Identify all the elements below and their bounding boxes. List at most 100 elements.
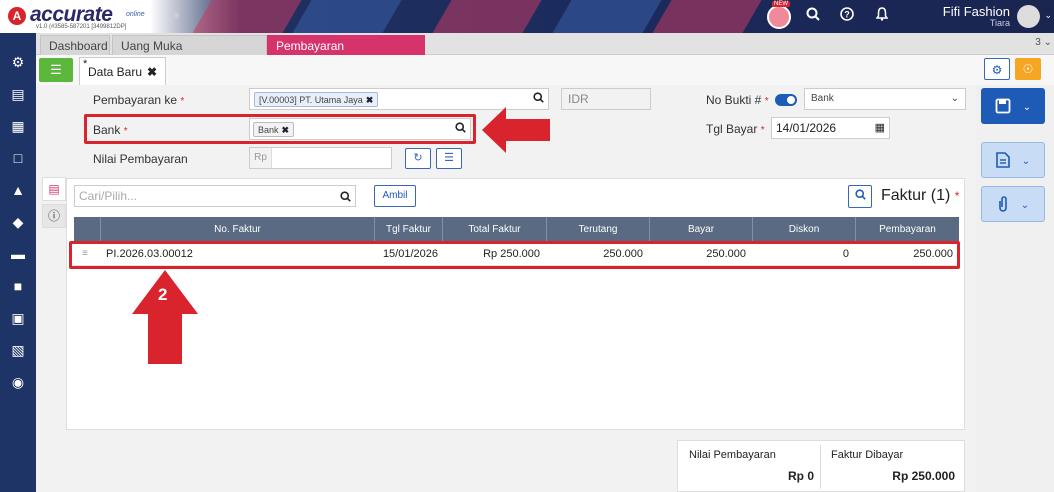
no-bukti-toggle[interactable] bbox=[775, 94, 797, 106]
tab-dashboard[interactable]: Dashboard bbox=[40, 35, 110, 55]
chevron-down-icon[interactable]: ⌄ bbox=[1044, 10, 1052, 21]
faktur-search-button[interactable] bbox=[848, 185, 872, 208]
new-badge: NEW bbox=[772, 1, 790, 7]
no-bukti-label: No Bukti # * bbox=[706, 93, 769, 107]
mascot-icon[interactable] bbox=[767, 5, 791, 29]
tgl-bayar-field[interactable]: 14/01/2026 ▦ bbox=[771, 117, 890, 139]
chevron-down-icon: ⌄ bbox=[1020, 200, 1030, 211]
sub-toolbar: ☰ * Data Baru ✖ ⚙ ☉ bbox=[36, 55, 1054, 85]
settings-gear-icon[interactable]: ⚙ bbox=[9, 53, 27, 71]
tab-label: Dashboard bbox=[49, 39, 108, 53]
currency-field: IDR bbox=[561, 88, 651, 110]
inbox-tray-icon[interactable]: ▤ bbox=[9, 85, 27, 103]
refresh-button[interactable]: ↻ bbox=[405, 148, 431, 169]
bank-chip: Bank ✖ bbox=[253, 122, 295, 137]
logo-mark-icon: A bbox=[8, 7, 26, 25]
detail-doc-tab[interactable]: ▤ bbox=[42, 177, 66, 201]
top-bar: A accurate online v1.0 (#3585-587201 [34… bbox=[0, 0, 1054, 33]
faktur-dibayar-label: Faktur Dibayar bbox=[831, 449, 904, 461]
building-icon[interactable]: ▦ bbox=[9, 117, 27, 135]
nilai-pembayaran-field[interactable]: Rp bbox=[249, 147, 392, 169]
tab-count[interactable]: 3 ⌄ bbox=[1035, 37, 1052, 48]
nilai-pembayaran-total-label: Nilai Pembayaran bbox=[689, 449, 776, 461]
divider bbox=[820, 445, 821, 489]
info-icon[interactable]: ⓘ bbox=[42, 204, 66, 228]
chart-report-icon[interactable]: ◉ bbox=[9, 373, 27, 391]
status-dot bbox=[172, 12, 179, 19]
accurate-logo[interactable]: A accurate online v1.0 (#3585-587201 [34… bbox=[8, 3, 158, 31]
report-icon[interactable]: ▧ bbox=[9, 341, 27, 359]
decorative-stripe bbox=[282, 0, 408, 33]
faktur-dibayar-value: Rp 250.000 bbox=[892, 469, 955, 483]
version-text: v1.0 (#3585-587201 [3499812DP] bbox=[36, 24, 127, 30]
ambil-button[interactable]: Ambil bbox=[374, 185, 416, 207]
lightbulb-button[interactable]: ☉ bbox=[1015, 58, 1041, 80]
tab-count-value: 3 bbox=[1035, 37, 1041, 48]
decorative-stripe bbox=[182, 0, 308, 33]
attachment-button[interactable]: ⌄ bbox=[981, 186, 1045, 222]
document-button[interactable]: ⌄ bbox=[981, 142, 1045, 178]
factory-icon[interactable]: ▣ bbox=[9, 309, 27, 327]
faktur-title: Faktur (1) * bbox=[881, 187, 960, 204]
user-name: Tiara bbox=[989, 18, 1010, 28]
save-button[interactable]: ⌄ bbox=[981, 88, 1045, 124]
column-header[interactable]: Bayar bbox=[649, 217, 752, 242]
decorative-stripe bbox=[422, 0, 548, 33]
nilai-pembayaran-total-value: Rp 0 bbox=[787, 469, 814, 483]
remove-chip-icon[interactable]: ✖ bbox=[282, 125, 290, 135]
column-header[interactable]: Tgl Faktur bbox=[374, 217, 442, 242]
table-header: No. Faktur Tgl Faktur Total Faktur Terut… bbox=[74, 217, 959, 242]
no-bukti-select[interactable]: Bank ⌄ bbox=[804, 88, 966, 110]
tgl-bayar-label: Tgl Bayar * bbox=[706, 122, 765, 136]
decorative-stripe bbox=[542, 0, 668, 33]
chevron-down-icon: ⌄ bbox=[1022, 102, 1032, 113]
purchase-bag-icon[interactable]: ◆ bbox=[9, 213, 27, 231]
nilai-pembayaran-label: Nilai Pembayaran bbox=[93, 152, 188, 166]
column-header[interactable]: Terutang bbox=[546, 217, 649, 242]
annotation-number-2: 2 bbox=[158, 285, 168, 304]
subtab-data-baru[interactable]: * Data Baru ✖ bbox=[79, 57, 167, 85]
avatar[interactable] bbox=[1017, 5, 1040, 28]
logo-sub: online bbox=[126, 11, 145, 18]
column-header[interactable]: Diskon bbox=[752, 217, 855, 242]
list-view-button[interactable]: ☰ bbox=[39, 58, 73, 82]
highlight-box-row bbox=[69, 241, 960, 269]
subtab-label: Data Baru bbox=[88, 65, 143, 79]
faktur-panel bbox=[66, 178, 965, 430]
tab-uang-muka-pembelian[interactable]: Uang Muka Pembelian✖ bbox=[112, 35, 267, 73]
sidebar: ⚙ ▤ ▦ □ ▲ ◆ ▬ ■ ▣ ▧ ◉ bbox=[0, 33, 36, 492]
bell-icon[interactable] bbox=[873, 7, 891, 25]
inventory-icon[interactable]: ■ bbox=[9, 277, 27, 295]
totals-panel: Nilai Pembayaran Rp 0 Faktur Dibayar Rp … bbox=[677, 440, 965, 492]
pembayaran-ke-label: Pembayaran ke * bbox=[93, 93, 185, 107]
cart-icon[interactable]: ▬ bbox=[9, 245, 27, 263]
search-icon[interactable] bbox=[804, 7, 822, 25]
settings-gear-button[interactable]: ⚙ bbox=[984, 58, 1010, 80]
ledger-icon[interactable]: □ bbox=[9, 149, 27, 167]
modified-mark: * bbox=[83, 58, 88, 70]
chevron-down-icon: ⌄ bbox=[1021, 156, 1031, 167]
remove-chip-icon[interactable]: ✖ bbox=[366, 95, 374, 105]
cari-pilih-input[interactable]: Cari/Pilih... bbox=[74, 185, 356, 207]
tab-pembayaran-pembelian[interactable]: Pembayaran Pembelian✖ bbox=[267, 35, 425, 73]
chevron-down-icon: ⌄ bbox=[950, 93, 959, 104]
decorative-stripe bbox=[642, 0, 768, 33]
close-icon[interactable]: ✖ bbox=[147, 65, 157, 79]
company-name: Fifi Fashion bbox=[942, 4, 1010, 19]
bank-field[interactable]: Bank ✖ bbox=[249, 118, 471, 140]
vendor-chip: [V.00003] PT. Utama Jaya ✖ bbox=[254, 92, 379, 107]
column-header[interactable]: No. Faktur bbox=[100, 217, 374, 242]
tab-bar: Dashboard Uang Muka Pembelian✖ Pembayara… bbox=[36, 33, 1054, 73]
database-button[interactable]: ☰ bbox=[436, 148, 462, 169]
svg-text:?: ? bbox=[844, 10, 850, 20]
handle-column-header bbox=[74, 217, 100, 242]
search-icon[interactable] bbox=[340, 189, 351, 209]
bank-label: Bank * bbox=[93, 123, 128, 137]
help-icon[interactable]: ? bbox=[838, 7, 856, 25]
column-header[interactable]: Pembayaran bbox=[855, 217, 959, 242]
search-icon[interactable] bbox=[533, 92, 544, 106]
bank-icon[interactable]: ▲ bbox=[9, 181, 27, 199]
annotation-number-1: 1 bbox=[511, 119, 521, 138]
search-icon[interactable] bbox=[455, 122, 466, 136]
column-header[interactable]: Total Faktur bbox=[442, 217, 546, 242]
